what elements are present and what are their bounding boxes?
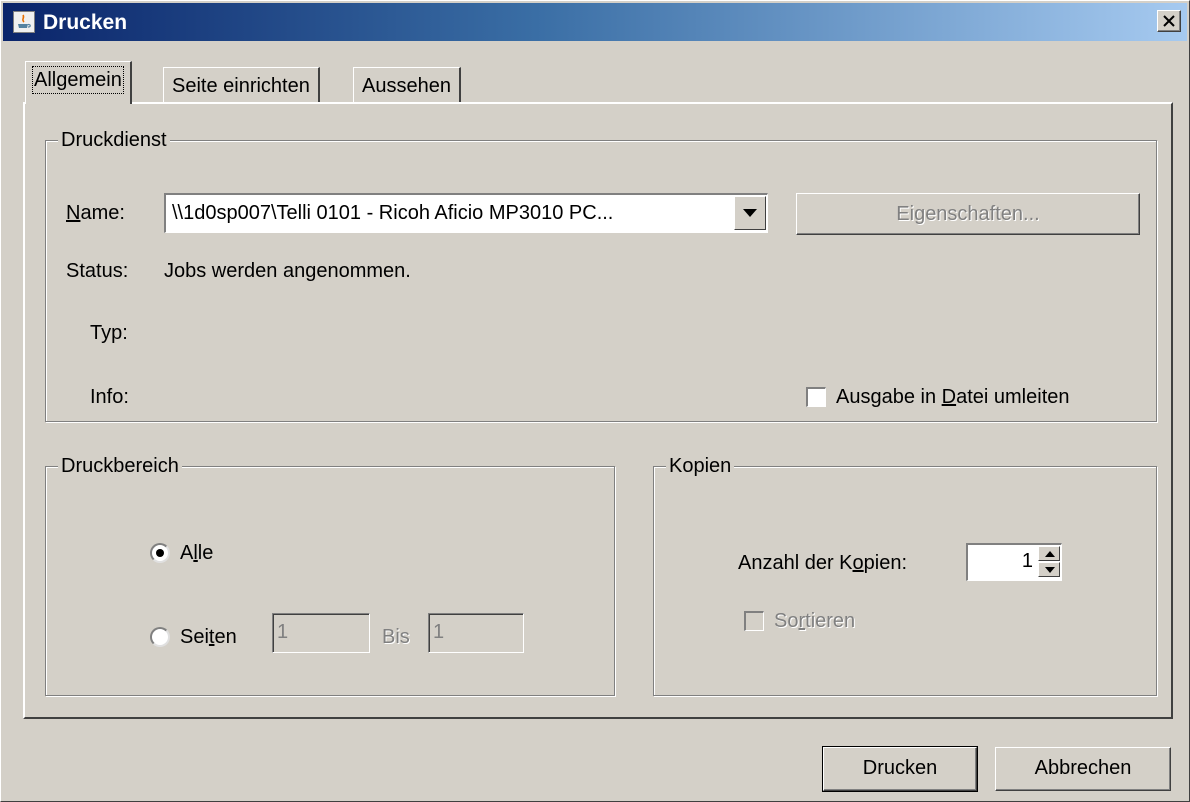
tab-seite-einrichten[interactable]: Seite einrichten <box>163 67 320 103</box>
java-app-icon <box>13 11 35 33</box>
print-service-group: Druckdienst Name: \\1d0sp007\Telli 0101 … <box>45 128 1157 422</box>
printer-select-value: \\1d0sp007\Telli 0101 - Ricoh Aficio MP3… <box>172 202 614 224</box>
tab-aussehen-label: Aussehen <box>362 75 451 97</box>
collate-label: Sortieren <box>774 610 856 632</box>
title-bar[interactable]: Drucken <box>3 3 1187 41</box>
close-button[interactable] <box>1157 10 1181 32</box>
chevron-up-icon <box>1045 551 1055 557</box>
status-label: Status: <box>66 260 129 282</box>
page-range-label: Seiten <box>180 626 237 648</box>
properties-button-label: Eigenschaften... <box>896 203 1040 225</box>
tab-seite-einrichten-label: Seite einrichten <box>172 75 310 97</box>
print-to-file-checkbox[interactable] <box>806 387 826 407</box>
page-to-label: Bis <box>382 626 410 648</box>
print-button[interactable]: Drucken <box>822 746 978 792</box>
copies-decrement-button[interactable] <box>1038 562 1060 577</box>
window-title: Drucken <box>43 11 128 34</box>
copies-title: Kopien <box>666 454 735 478</box>
printer-name-label: Name: <box>66 202 125 224</box>
radio-selected-dot <box>156 549 164 557</box>
copies-spinner-value: 1 <box>1021 550 1033 572</box>
tab-aussehen[interactable]: Aussehen <box>353 67 461 103</box>
chevron-down-icon <box>1045 567 1055 573</box>
copies-count-label: Anzahl der Kopien: <box>738 552 908 574</box>
print-range-title: Druckbereich <box>58 454 182 478</box>
copies-group: Kopien Anzahl der Kopien: 1 Sortieren <box>653 454 1157 696</box>
copies-spinner[interactable]: 1 <box>966 543 1062 581</box>
cancel-button-label: Abbrechen <box>1034 757 1132 779</box>
page-to-input[interactable]: 1 <box>428 613 524 653</box>
all-pages-label: Alle <box>180 542 214 564</box>
cancel-button[interactable]: Abbrechen <box>995 747 1171 791</box>
status-value: Jobs werden angenommen. <box>164 260 411 282</box>
print-range-group: Druckbereich Alle Seiten 1 Bis 1 <box>45 454 615 696</box>
close-icon <box>1163 15 1175 27</box>
tab-allgemein[interactable]: Allgemein <box>25 61 132 104</box>
tab-panel-allgemein: Druckdienst Name: \\1d0sp007\Telli 0101 … <box>23 102 1173 719</box>
print-to-file-label: Ausgabe in Datei umleiten <box>836 386 1070 408</box>
print-service-title: Druckdienst <box>58 128 170 152</box>
properties-button[interactable]: Eigenschaften... <box>796 193 1140 235</box>
chevron-down-icon <box>743 209 757 217</box>
page-range-radio[interactable] <box>150 627 170 647</box>
info-label: Info: <box>90 386 129 408</box>
page-from-value: 1 <box>277 621 289 643</box>
print-button-label: Drucken <box>862 757 938 779</box>
collate-checkbox[interactable] <box>744 611 764 631</box>
type-label: Typ: <box>90 322 128 344</box>
printer-select-dropdown-button[interactable] <box>734 196 766 230</box>
tab-allgemein-label: Allgemein <box>32 66 124 94</box>
all-pages-radio[interactable] <box>150 543 170 563</box>
copies-increment-button[interactable] <box>1038 546 1060 561</box>
page-from-input[interactable]: 1 <box>272 613 370 653</box>
print-dialog: Drucken Allgemein Seite einrichten Ausse… <box>0 0 1190 802</box>
page-to-value: 1 <box>433 621 445 643</box>
printer-select[interactable]: \\1d0sp007\Telli 0101 - Ricoh Aficio MP3… <box>164 193 768 233</box>
